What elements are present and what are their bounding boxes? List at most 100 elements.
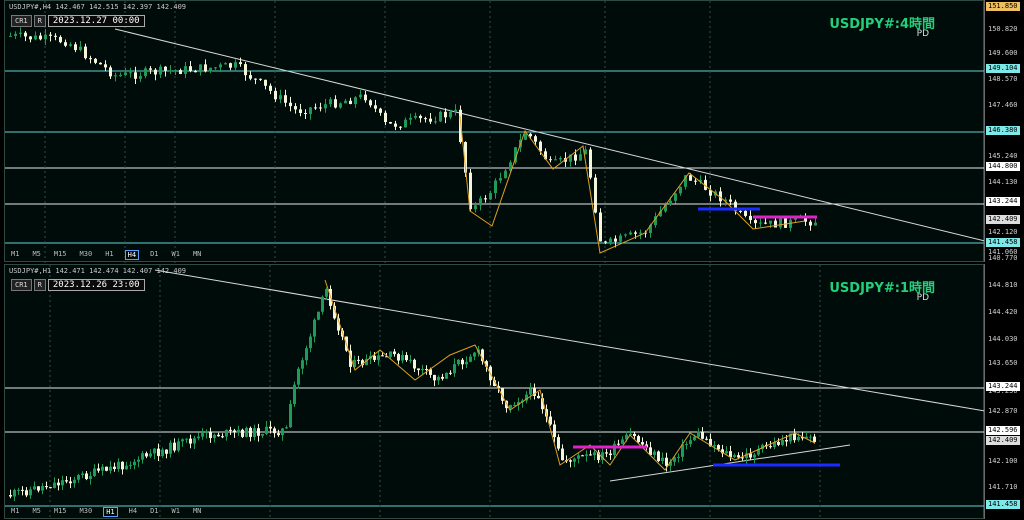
price-tick: 144.810: [988, 281, 1018, 289]
candle-body: [569, 460, 572, 462]
chart-panel-h1[interactable]: USDJPY#,H1 142.471 142.474 142.407 142.4…: [0, 264, 1024, 520]
candle-body: [605, 452, 608, 454]
candle-body: [13, 489, 16, 497]
candle-body: [199, 64, 202, 73]
candle-body: [37, 486, 40, 491]
candle-body: [697, 431, 700, 437]
candle-body: [389, 351, 392, 357]
candle-body: [409, 117, 412, 120]
candle-body: [279, 95, 282, 100]
candle-body: [474, 205, 477, 210]
candle-body: [554, 159, 557, 161]
candle-body: [59, 36, 62, 43]
candle-body: [457, 359, 460, 365]
r-button[interactable]: R: [33, 279, 46, 291]
candle-body: [733, 455, 736, 458]
candle-body: [285, 427, 288, 429]
timeframe-m1[interactable]: M1: [9, 250, 21, 260]
timeframe-m1[interactable]: M1: [9, 507, 21, 517]
candle-body: [137, 459, 140, 462]
candle-body: [45, 486, 48, 488]
price-tick: 144.420: [988, 308, 1018, 316]
candle-body: [641, 442, 644, 445]
candle-body: [313, 319, 316, 337]
candle-body: [245, 427, 248, 437]
candle-body: [561, 448, 564, 461]
candle-body: [417, 368, 420, 371]
candle-body: [814, 222, 817, 226]
chart-area-h4[interactable]: USDJPY#,H4 142.467 142.515 142.397 142.4…: [4, 0, 985, 263]
candle-body: [9, 35, 12, 37]
candle-body: [354, 97, 357, 105]
candle-body: [61, 480, 64, 486]
timeframe-w1[interactable]: W1: [170, 250, 182, 260]
candle-body: [129, 465, 132, 467]
candle-body: [73, 479, 76, 484]
price-tick: 141.710: [988, 483, 1018, 491]
timeframe-d1[interactable]: D1: [148, 507, 160, 517]
candle-body: [529, 388, 532, 395]
timeframe-mn[interactable]: MN: [191, 250, 203, 260]
candle-body: [29, 36, 32, 40]
price-tick: 147.460: [988, 101, 1018, 109]
candle-body: [579, 154, 582, 161]
candle-body: [219, 64, 222, 68]
timeframe-m15[interactable]: M15: [52, 250, 69, 260]
candle-body: [339, 103, 342, 108]
price-chart-h4[interactable]: [5, 1, 985, 263]
price-level-tag: 143.244: [986, 197, 1020, 206]
timeframe-m5[interactable]: M5: [30, 507, 42, 517]
timeframe-w1[interactable]: W1: [170, 507, 182, 517]
candle-body: [585, 454, 588, 456]
candle-body: [377, 355, 380, 360]
price-chart-h1[interactable]: [5, 265, 985, 520]
timeframe-h4[interactable]: H4: [124, 250, 140, 260]
cr-button[interactable]: CR1: [11, 279, 32, 291]
candle-body: [169, 442, 172, 454]
price-axis-h1[interactable]: 144.810 144.420 144.030 143.650 143.250 142.8…: [984, 264, 1024, 519]
price-axis-h4[interactable]: 150.820 149.600 148.570 147.460 146.380 145.2…: [984, 0, 1024, 262]
candle-body: [344, 100, 347, 104]
candle-body: [204, 64, 207, 72]
candle-body: [277, 433, 280, 436]
candle-body: [305, 348, 308, 361]
chart-panel-h4[interactable]: USDJPY#,H4 142.467 142.515 142.397 142.4…: [0, 0, 1024, 263]
cr-button[interactable]: CR1: [11, 15, 32, 27]
timeframe-m15[interactable]: M15: [52, 507, 69, 517]
chart-controls: CR1 R 2023.12.26 23:00: [11, 279, 145, 291]
timeframe-h4[interactable]: H4: [127, 507, 139, 517]
timeframe-h1[interactable]: H1: [103, 250, 115, 260]
timeframe-m30[interactable]: M30: [78, 507, 95, 517]
candle-body: [381, 355, 384, 357]
candle-body: [434, 121, 437, 123]
candle-body: [114, 75, 117, 77]
candle-body: [301, 360, 304, 369]
candle-body: [599, 212, 602, 242]
candle-body: [524, 133, 527, 140]
timeframe-mn[interactable]: MN: [191, 507, 203, 517]
candle-body: [49, 34, 52, 36]
candle-body: [169, 70, 172, 72]
candle-body: [653, 451, 656, 456]
candle-body: [65, 480, 68, 482]
price-tick: 148.570: [988, 75, 1018, 83]
price-level-tag: 146.380: [986, 126, 1020, 135]
candle-body: [394, 123, 397, 127]
r-button[interactable]: R: [33, 15, 46, 27]
timeframe-m5[interactable]: M5: [30, 250, 42, 260]
candle-body: [54, 35, 57, 37]
candle-body: [373, 355, 376, 360]
candle-body: [613, 443, 616, 456]
candle-body: [105, 466, 108, 471]
candle-body: [21, 489, 24, 491]
candle-body: [717, 445, 720, 450]
candle-body: [141, 453, 144, 460]
candle-body: [189, 66, 192, 71]
timeframe-h1[interactable]: H1: [103, 507, 118, 517]
candle-body: [629, 433, 632, 435]
chart-area-h1[interactable]: USDJPY#,H1 142.471 142.474 142.407 142.4…: [4, 264, 985, 520]
candle-body: [577, 455, 580, 459]
candle-body: [164, 66, 167, 71]
timeframe-m30[interactable]: M30: [78, 250, 95, 260]
timeframe-d1[interactable]: D1: [148, 250, 160, 260]
